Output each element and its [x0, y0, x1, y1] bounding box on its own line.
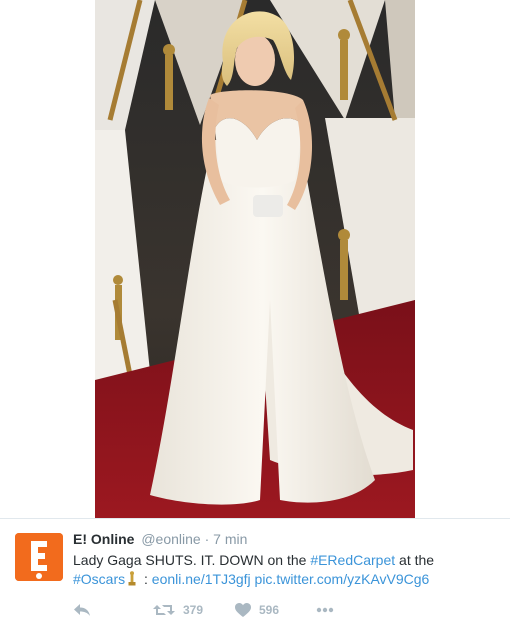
retweet-button[interactable]: 379 [153, 600, 203, 620]
retweet-icon [153, 605, 175, 615]
avatar[interactable] [15, 533, 63, 581]
tweet-timestamp[interactable]: 7 min [213, 531, 247, 547]
retweet-count: 379 [183, 603, 204, 617]
like-button[interactable]: 596 [235, 600, 279, 620]
tweet-link-url[interactable]: eonli.ne/1TJ3gfj [152, 571, 251, 587]
trophy-icon [127, 571, 137, 591]
hashtag-oscars[interactable]: #Oscars [73, 571, 125, 587]
tweet-pic-link[interactable]: pic.twitter.com/yzKAvV9Cg6 [255, 571, 430, 587]
tweet-header: E! Online @eonline · 7 min [73, 530, 498, 548]
tweet-text: Lady Gaga SHUTS. IT. DOWN on the #ERedCa… [73, 551, 498, 591]
more-dots-icon [316, 607, 334, 613]
tweet-text-part: : [140, 571, 152, 587]
tweet-media [0, 0, 510, 518]
reply-icon [74, 604, 90, 616]
header-separator: · [204, 531, 210, 547]
tweet-photo[interactable] [95, 0, 415, 518]
tweet-actions: 379 596 [73, 600, 373, 620]
tweet-text-part: Lady Gaga SHUTS. IT. DOWN on the [73, 552, 311, 568]
reply-button[interactable] [73, 600, 91, 620]
tweet-text-part: at the [395, 552, 435, 568]
heart-icon [235, 603, 251, 617]
author-handle[interactable]: @eonline [141, 531, 200, 547]
like-count: 596 [259, 603, 280, 617]
author-name[interactable]: E! Online [73, 531, 134, 547]
hashtag-eredcarpet[interactable]: #ERedCarpet [310, 552, 395, 568]
photo-scene [95, 0, 415, 518]
more-button[interactable] [316, 600, 334, 620]
tweet-content: E! Online @eonline · 7 min Lady Gaga SHU… [73, 530, 498, 591]
e-online-logo-icon [15, 533, 63, 581]
tweet: E! Online @eonline · 7 min Lady Gaga SHU… [0, 519, 510, 633]
